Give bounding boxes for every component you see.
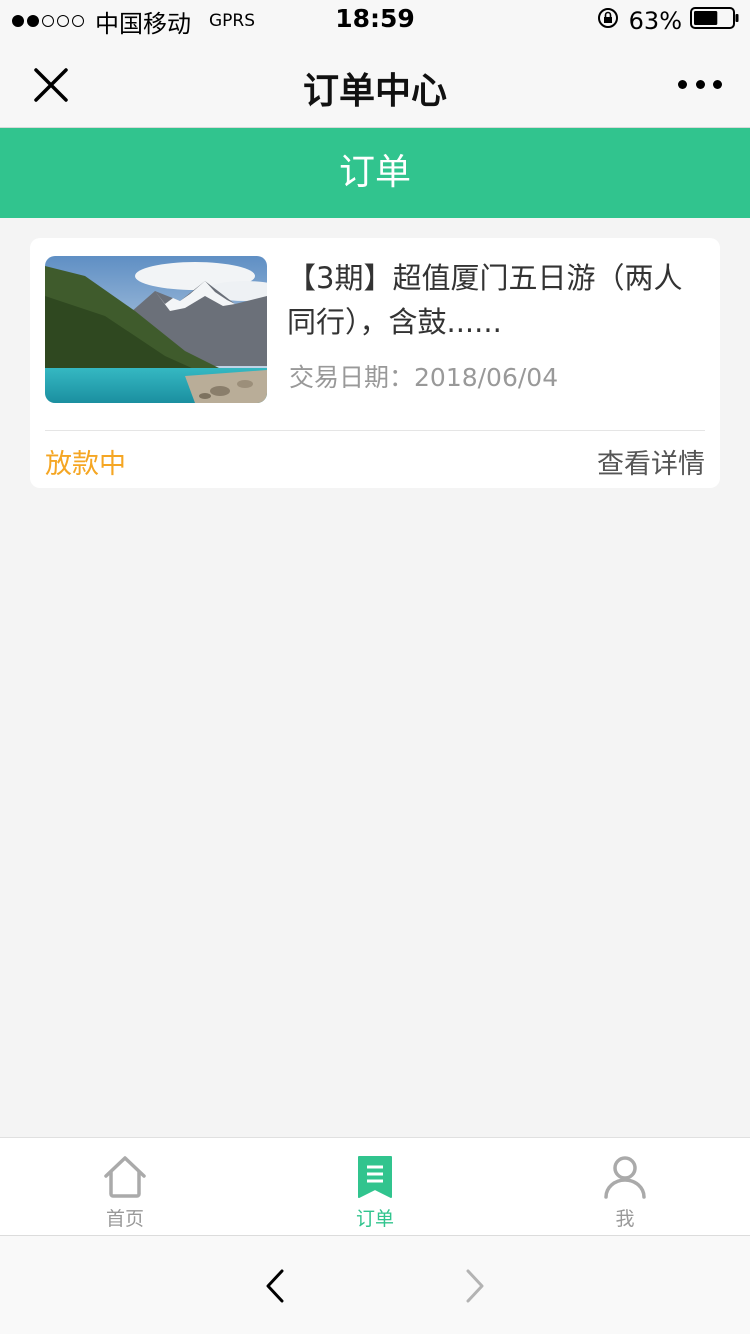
home-icon — [100, 1152, 150, 1202]
order-card[interactable]: 【3期】超值厦门五日游（两人同行），含鼓...... 交易日期：2018/06/… — [30, 238, 720, 488]
user-icon — [600, 1152, 650, 1202]
tab-bar: 首页 订单 我 — [0, 1137, 750, 1235]
browser-nav-bar — [0, 1235, 750, 1334]
tab-home-label: 首页 — [105, 1208, 144, 1230]
tab-me-label: 我 — [615, 1208, 635, 1230]
order-date: 交易日期：2018/06/04 — [289, 358, 558, 394]
status-bar: 中国移动 GPRS 18:59 63% — [0, 0, 750, 42]
page-title: 订单中心 — [302, 71, 447, 112]
forward-arrow-icon — [456, 1268, 492, 1304]
order-icon — [350, 1152, 400, 1202]
order-date-label: 交易日期： — [289, 363, 415, 392]
order-status: 放款中 — [45, 449, 126, 480]
view-details-link[interactable]: 查看详情 — [597, 442, 705, 481]
rotation-lock-icon — [597, 7, 619, 35]
back-arrow-icon[interactable] — [258, 1268, 294, 1304]
card-divider — [45, 430, 705, 431]
tab-home[interactable]: 首页 — [0, 1138, 250, 1236]
tab-orders-label: 订单 — [355, 1208, 394, 1230]
battery-percentage: 63% — [628, 7, 682, 35]
battery-icon — [690, 7, 740, 35]
section-header: 订单 — [0, 128, 750, 218]
more-options-icon[interactable] — [678, 76, 722, 92]
tab-orders[interactable]: 订单 — [250, 1138, 500, 1236]
order-title: 【3期】超值厦门五日游（两人同行），含鼓...... — [287, 261, 683, 339]
nav-bar: 订单中心 — [0, 42, 750, 128]
tab-me[interactable]: 我 — [500, 1138, 750, 1236]
order-date-value: 2018/06/04 — [414, 363, 559, 392]
order-thumbnail — [45, 256, 267, 403]
status-right: 63% — [597, 6, 740, 36]
